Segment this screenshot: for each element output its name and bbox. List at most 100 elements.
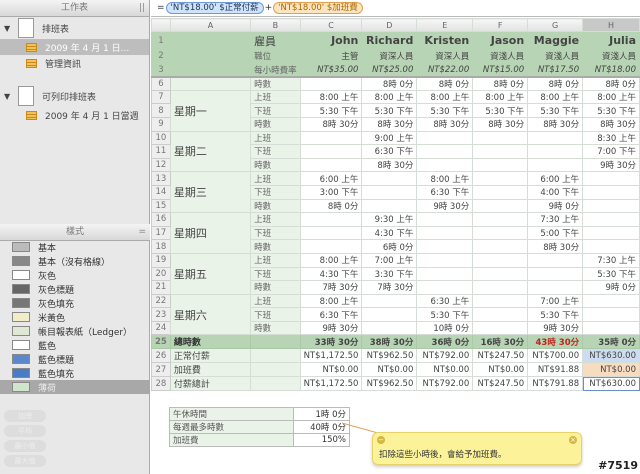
- row-header[interactable]: 2: [151, 49, 171, 64]
- row-label-cell[interactable]: 上班: [250, 171, 301, 186]
- cell[interactable]: [472, 307, 529, 322]
- header-cell[interactable]: Kristen: [416, 31, 474, 50]
- management-label[interactable]: 每週最多時數: [169, 420, 294, 434]
- cell[interactable]: 5:30 下午: [361, 103, 418, 118]
- styles-menu-icon[interactable]: =: [138, 224, 146, 240]
- cell[interactable]: [582, 171, 640, 186]
- row-header[interactable]: 28: [151, 376, 171, 392]
- function-button[interactable]: 最大值: [4, 455, 46, 467]
- cell[interactable]: 7時 30分: [299, 280, 363, 295]
- row-header[interactable]: 7: [151, 89, 171, 105]
- cell[interactable]: [299, 130, 363, 146]
- header-cell[interactable]: NT$25.00: [361, 62, 418, 78]
- header-cell[interactable]: 資淺人員: [472, 49, 529, 64]
- cell[interactable]: [527, 157, 584, 173]
- total-cell[interactable]: 36時 0分: [416, 334, 474, 350]
- day-cell[interactable]: 星期六: [169, 293, 252, 336]
- cell[interactable]: [361, 184, 418, 200]
- style-item[interactable]: 基本: [0, 240, 150, 254]
- row-label-cell[interactable]: 時數: [250, 116, 301, 132]
- cell[interactable]: 5:30 下午: [527, 307, 584, 322]
- row-header[interactable]: 14: [151, 184, 171, 200]
- row-header[interactable]: 21: [151, 280, 171, 295]
- day-cell[interactable]: 星期三: [169, 171, 252, 214]
- column-header[interactable]: F: [472, 18, 529, 32]
- cell[interactable]: [472, 266, 529, 282]
- style-item[interactable]: 基本（沒有格線）: [0, 254, 150, 268]
- pay-cell[interactable]: NT$1,172.50: [299, 376, 363, 392]
- cell[interactable]: [527, 130, 584, 146]
- cell[interactable]: [472, 280, 529, 295]
- cell[interactable]: 3:00 下午: [299, 184, 363, 200]
- cell[interactable]: [527, 252, 584, 268]
- cell[interactable]: [299, 239, 363, 254]
- formula-bar[interactable]: = 'NT$18.00' $正常付薪 + 'NT$18.00' $加班費: [151, 0, 640, 17]
- row-label-cell[interactable]: 上班: [250, 293, 301, 309]
- row-label-cell[interactable]: 下班: [250, 103, 301, 118]
- cell[interactable]: [416, 239, 474, 254]
- style-item[interactable]: 藍色: [0, 338, 150, 352]
- header-cell[interactable]: NT$22.00: [416, 62, 474, 78]
- header-label-cell[interactable]: 雇員: [250, 31, 301, 50]
- row-header[interactable]: 9: [151, 116, 171, 132]
- cell[interactable]: 7:30 上午: [582, 252, 640, 268]
- row-header[interactable]: 19: [151, 252, 171, 268]
- cell[interactable]: [472, 225, 529, 241]
- cell[interactable]: 6時 0分: [361, 239, 418, 254]
- cell[interactable]: 8時 0分: [416, 75, 474, 91]
- header-label-cell[interactable]: 每小時費率: [250, 62, 301, 78]
- pay-cell[interactable]: NT$247.50: [472, 348, 529, 364]
- management-label[interactable]: 加班費: [169, 433, 294, 447]
- cell[interactable]: [299, 212, 363, 227]
- cell[interactable]: 3:30 下午: [361, 266, 418, 282]
- cell[interactable]: 10時 0分: [416, 320, 474, 336]
- cell[interactable]: 4:00 下午: [527, 184, 584, 200]
- summary-label-cell[interactable]: 正常付薪: [169, 348, 252, 364]
- cell[interactable]: 8時 30分: [361, 116, 418, 132]
- cell[interactable]: 4:30 下午: [299, 266, 363, 282]
- day-cell[interactable]: 星期五: [169, 252, 252, 295]
- cell[interactable]: [472, 157, 529, 173]
- cell[interactable]: [169, 49, 252, 64]
- column-header[interactable]: E: [416, 18, 474, 32]
- header-cell[interactable]: NT$15.00: [472, 62, 529, 78]
- header-cell[interactable]: 資深人員: [361, 49, 418, 64]
- cell[interactable]: 9時 0分: [527, 198, 584, 214]
- collapse-comment-icon[interactable]: −: [377, 436, 385, 444]
- row-label-cell[interactable]: 下班: [250, 225, 301, 241]
- cell[interactable]: [416, 144, 474, 159]
- style-item[interactable]: 米黃色: [0, 310, 150, 324]
- pay-cell[interactable]: NT$962.50: [361, 376, 418, 392]
- row-header[interactable]: 11: [151, 144, 171, 159]
- total-cell[interactable]: 16時 30分: [472, 334, 529, 350]
- pay-cell[interactable]: NT$791.88: [527, 376, 584, 392]
- summary-label-cell[interactable]: 加班費: [169, 362, 252, 378]
- formula-token-overtime[interactable]: 'NT$18.00' $加班費: [273, 2, 363, 14]
- cell[interactable]: 8:00 上午: [299, 89, 363, 105]
- header-cell[interactable]: 資深人員: [416, 49, 474, 64]
- column-header[interactable]: D: [361, 18, 418, 32]
- cell[interactable]: [250, 376, 301, 392]
- row-header[interactable]: 22: [151, 293, 171, 309]
- cell[interactable]: 6:30 下午: [299, 307, 363, 322]
- row-header[interactable]: 27: [151, 362, 171, 378]
- row-header[interactable]: 8: [151, 103, 171, 118]
- row-label-cell[interactable]: 下班: [250, 184, 301, 200]
- cell[interactable]: 5:30 下午: [472, 103, 529, 118]
- cell[interactable]: [582, 307, 640, 322]
- cell[interactable]: [416, 266, 474, 282]
- disclosure-triangle-icon[interactable]: ▼: [4, 92, 14, 101]
- cell[interactable]: 8:00 上午: [472, 89, 529, 105]
- cell[interactable]: [416, 252, 474, 268]
- cell[interactable]: 8時 30分: [527, 239, 584, 254]
- row-label-cell[interactable]: 下班: [250, 144, 301, 159]
- cell[interactable]: [472, 184, 529, 200]
- function-button[interactable]: 平均: [4, 425, 46, 437]
- cell[interactable]: [582, 320, 640, 336]
- cell[interactable]: 7時 30分: [361, 280, 418, 295]
- cell[interactable]: [250, 334, 301, 350]
- sheet-item[interactable]: ▼ 可列印排班表: [0, 85, 149, 107]
- cell[interactable]: [299, 144, 363, 159]
- header-cell[interactable]: Julia: [582, 31, 640, 50]
- management-label[interactable]: 午休時間: [169, 407, 294, 421]
